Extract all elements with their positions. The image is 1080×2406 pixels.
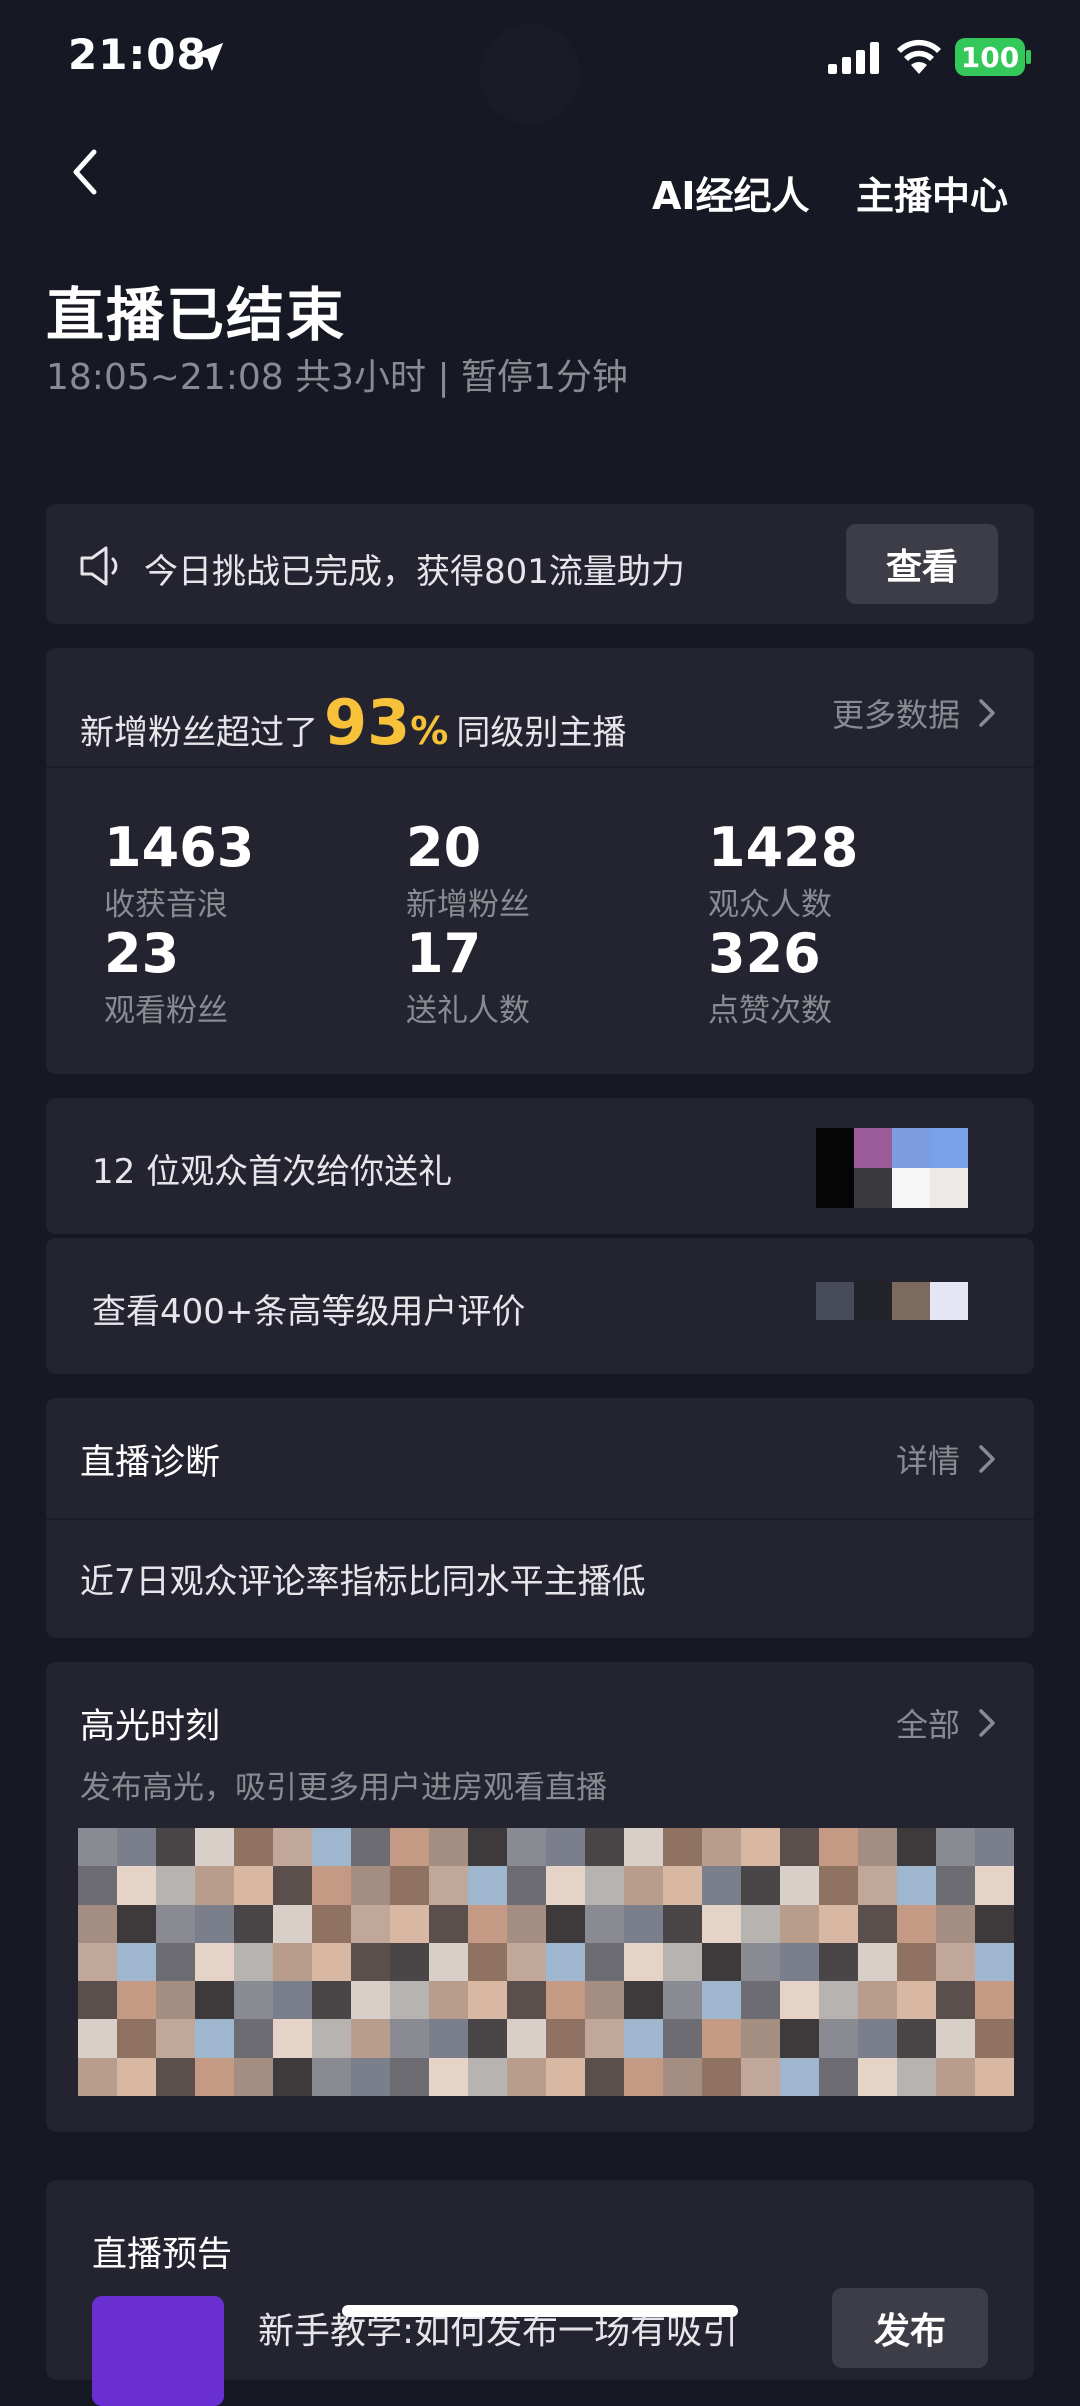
challenge-text: 今日挑战已完成，获得801流量助力 <box>144 552 685 592</box>
diagnosis-detail-label: 详情 <box>895 1442 960 1480</box>
view-button[interactable]: 查看 <box>846 524 998 604</box>
gifter-avatars <box>816 1128 968 1208</box>
fans-percent-sign: % <box>410 709 449 753</box>
highlights-title: 高光时刻 <box>80 1707 221 1747</box>
diagnosis-card: 直播诊断 详情 近7日观众评论率指标比同水平主播低 <box>46 1398 1034 1638</box>
live-preview-card: 直播预告 新手教学:如何发布一场有吸引 发布 <box>46 2180 1034 2406</box>
stat-value: 20 <box>406 816 482 879</box>
location-arrow-icon <box>194 42 224 72</box>
chevron-right-icon <box>979 1709 995 1737</box>
live-preview-title: 直播预告 <box>92 2235 233 2275</box>
stat-item: 326 点赞次数 <box>708 922 832 1030</box>
home-indicator <box>342 2305 738 2317</box>
stat-item: 1463 收获音浪 <box>104 816 254 924</box>
stats-card: 新增粉丝超过了 93 % 同级别主播 更多数据 1463 收获音浪 20 新增粉… <box>46 648 1034 1074</box>
battery-tip <box>1026 50 1031 64</box>
anchor-center-link[interactable]: 主播中心 <box>856 165 1008 220</box>
highlights-all-label: 全部 <box>895 1706 960 1744</box>
more-data-label: 更多数据 <box>831 696 960 734</box>
stat-label: 送礼人数 <box>406 993 530 1029</box>
reviews-text: 查看400+条高等级用户评价 <box>92 1292 526 1332</box>
battery-icon: 100 <box>955 38 1025 76</box>
stat-label: 观众人数 <box>708 887 832 923</box>
wifi-icon <box>897 39 941 74</box>
stat-value: 17 <box>406 922 482 985</box>
chevron-right-icon <box>979 699 995 727</box>
stat-label: 观看粉丝 <box>104 993 228 1029</box>
highlights-desc: 发布高光，吸引更多用户进房观看直播 <box>80 1770 607 1806</box>
stat-value: 23 <box>104 922 180 985</box>
first-gift-row[interactable]: 12 位观众首次给你送礼 <box>46 1098 1034 1234</box>
page-title: 直播已结束 <box>46 281 347 349</box>
highlights-all-link[interactable]: 全部 <box>896 1700 996 1746</box>
diagnosis-detail-link[interactable]: 详情 <box>896 1436 996 1482</box>
stat-item: 20 新增粉丝 <box>406 816 530 924</box>
publish-button[interactable]: 发布 <box>832 2288 988 2368</box>
stat-value: 326 <box>708 922 821 985</box>
diagnosis-title: 直播诊断 <box>80 1443 221 1483</box>
highlights-card: 高光时刻 全部 发布高光，吸引更多用户进房观看直播 <box>46 1662 1034 2132</box>
chevron-right-icon <box>979 1445 995 1473</box>
first-gift-text: 12 位观众首次给你送礼 <box>92 1152 453 1192</box>
stat-item: 17 送礼人数 <box>406 922 530 1030</box>
fans-ranking-text: 新增粉丝超过了 93 % 同级别主播 <box>80 686 626 759</box>
stat-item: 1428 观众人数 <box>708 816 858 924</box>
reviewer-avatars <box>816 1282 968 1320</box>
stat-label: 新增粉丝 <box>406 887 530 923</box>
ai-agent-link[interactable]: AI经纪人 <box>652 165 810 220</box>
signal-icon <box>828 42 879 74</box>
stat-label: 收获音浪 <box>104 887 228 923</box>
highlight-video-thumbnail[interactable] <box>78 1828 1014 2096</box>
status-time: 21:08 <box>68 30 207 79</box>
stat-value: 1463 <box>104 816 255 879</box>
floating-button-ghost <box>480 24 580 124</box>
stat-item: 23 观看粉丝 <box>104 922 228 1030</box>
stat-label: 点赞次数 <box>708 993 832 1029</box>
live-duration-subtitle: 18:05~21:08 共3小时 | 暂停1分钟 <box>46 357 628 398</box>
fans-suffix: 同级别主播 <box>456 713 627 753</box>
challenge-card: 今日挑战已完成，获得801流量助力 查看 <box>46 504 1034 624</box>
stat-value: 1428 <box>708 816 859 879</box>
speaker-icon <box>80 546 118 586</box>
more-data-link[interactable]: 更多数据 <box>832 690 996 736</box>
back-chevron-icon[interactable] <box>70 148 100 196</box>
stats-divider <box>46 766 1034 768</box>
reviews-row[interactable]: 查看400+条高等级用户评价 <box>46 1238 1034 1374</box>
preview-thumbnail <box>92 2296 224 2406</box>
fans-prefix: 新增粉丝超过了 <box>80 713 318 753</box>
fans-percent: 93 <box>324 686 411 759</box>
diagnosis-message: 近7日观众评论率指标比同水平主播低 <box>80 1562 646 1602</box>
diagnosis-divider <box>46 1518 1034 1520</box>
